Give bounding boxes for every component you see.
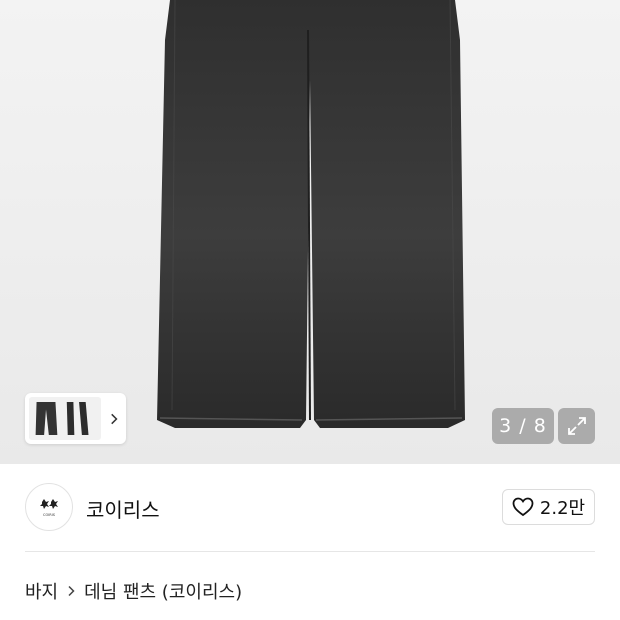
expand-button[interactable] bbox=[558, 408, 595, 444]
heart-outline-icon bbox=[512, 497, 534, 517]
thumbnail-image[interactable] bbox=[29, 397, 101, 440]
image-counter: 3 / 8 bbox=[492, 408, 554, 444]
divider bbox=[25, 551, 595, 552]
brand-name[interactable]: 코이리스 bbox=[86, 494, 160, 523]
product-image-gallery[interactable]: 3 / 8 bbox=[0, 0, 620, 464]
like-count: 2.2만 bbox=[539, 498, 586, 519]
expand-icon bbox=[567, 417, 586, 435]
brand-logo-mark: COIRIS bbox=[40, 499, 58, 517]
brand-logo-text: COIRIS bbox=[43, 513, 56, 517]
brand-row: COIRIS 코이리스 2.2만 bbox=[0, 464, 620, 552]
chevron-right-icon[interactable] bbox=[107, 412, 120, 426]
thumbnail-strip[interactable] bbox=[25, 393, 126, 444]
breadcrumb-item-category[interactable]: 바지 bbox=[25, 578, 58, 604]
breadcrumb: 바지 데님 팬츠 (코이리스) bbox=[25, 578, 242, 604]
chevron-right-icon bbox=[68, 585, 75, 597]
breadcrumb-item-subcategory[interactable]: 데님 팬츠 (코이리스) bbox=[84, 578, 242, 604]
like-button[interactable]: 2.2만 bbox=[502, 489, 595, 525]
brand-logo[interactable]: COIRIS bbox=[25, 483, 73, 531]
